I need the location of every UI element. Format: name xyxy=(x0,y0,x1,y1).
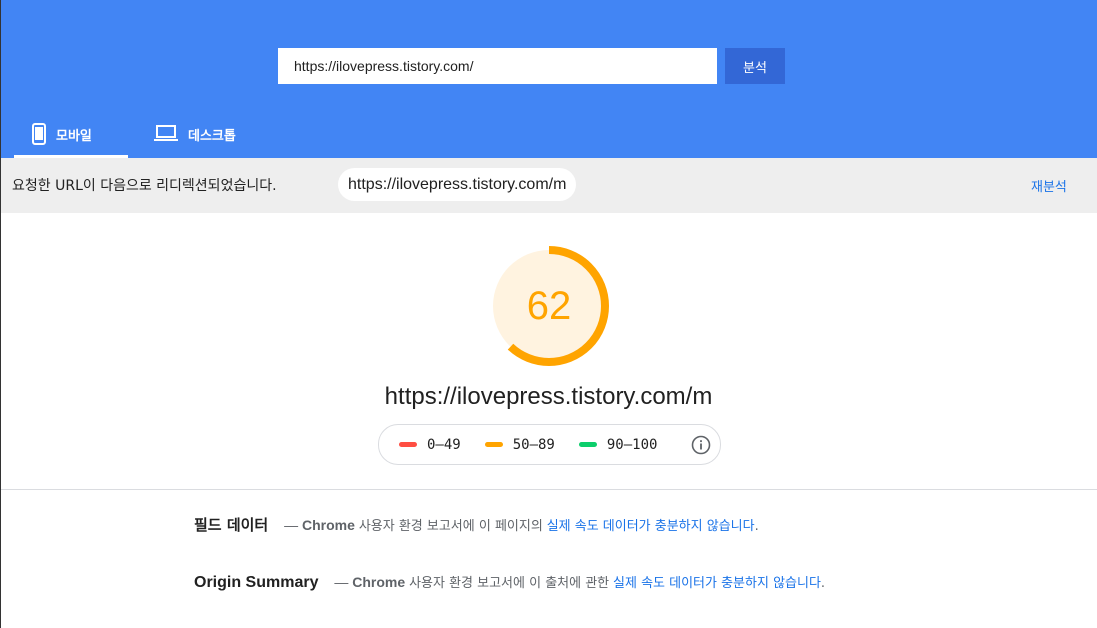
origin-summary-section: Origin Summary — Chrome 사용자 환경 보고서에 이 출처… xyxy=(194,570,874,596)
reanalyze-link[interactable]: 재분석 xyxy=(1031,176,1067,195)
laptop-icon xyxy=(154,125,178,147)
redirect-notice: 요청한 URL이 다음으로 리디렉션되었습니다. https://ilovepr… xyxy=(0,158,1097,213)
info-icon[interactable] xyxy=(691,435,711,455)
analyzed-url: https://ilovepress.tistory.com/m xyxy=(384,383,713,410)
performance-score: 62 xyxy=(526,283,572,328)
field-data-section: 필드 데이터 — Chrome 사용자 환경 보고서에 이 페이지의 실제 속도… xyxy=(194,513,874,539)
origin-summary-title: Origin Summary xyxy=(194,574,319,591)
field-data-link[interactable]: 실제 속도 데이터가 충분하지 않습니다 xyxy=(547,519,755,534)
tab-mobile[interactable]: 모바일 xyxy=(14,113,128,158)
origin-summary-text: 사용자 환경 보고서에 이 출처에 관한 xyxy=(409,576,610,591)
url-input[interactable] xyxy=(278,48,717,84)
field-data-dash: — xyxy=(284,517,299,533)
legend-item-average: 50–89 xyxy=(484,436,555,453)
legend-swatch-pass xyxy=(578,442,597,447)
legend-swatch-fail xyxy=(399,442,417,447)
origin-summary-end: . xyxy=(820,576,826,591)
tab-desktop-label: 데스크톱 xyxy=(188,129,236,144)
tab-desktop[interactable]: 데스크톱 xyxy=(154,113,264,158)
legend-label-pass: 90–100 xyxy=(606,436,658,453)
window-edge xyxy=(0,0,1,628)
legend-item-pass: 90–100 xyxy=(578,436,658,453)
legend-label-average: 50–89 xyxy=(512,436,555,453)
header: 분석 모바일 데스크톱 xyxy=(0,0,1097,158)
tab-mobile-label: 모바일 xyxy=(56,129,92,144)
origin-summary-dash: — xyxy=(334,574,349,590)
analyze-button[interactable]: 분석 xyxy=(725,48,785,84)
redirect-final-url: https://ilovepress.tistory.com/m xyxy=(338,168,577,201)
field-data-title: 필드 데이터 xyxy=(194,516,269,534)
field-data-chrome: Chrome xyxy=(302,517,355,533)
smartphone-icon xyxy=(32,123,46,150)
score-legend: 0–49 50–89 90–100 xyxy=(378,424,721,465)
section-divider xyxy=(0,489,1097,490)
legend-swatch-average xyxy=(484,442,503,447)
legend-item-fail: 0–49 xyxy=(399,437,461,453)
legend-label-fail: 0–49 xyxy=(427,436,461,453)
field-data-end: . xyxy=(754,519,759,534)
origin-summary-chrome: Chrome xyxy=(352,574,406,590)
redirect-message: 요청한 URL이 다음으로 리디렉션되었습니다. xyxy=(12,178,277,194)
field-data-text: 사용자 환경 보고서에 이 페이지의 xyxy=(358,519,543,534)
origin-summary-link[interactable]: 실제 속도 데이터가 충분하지 않습니다 xyxy=(613,576,821,591)
